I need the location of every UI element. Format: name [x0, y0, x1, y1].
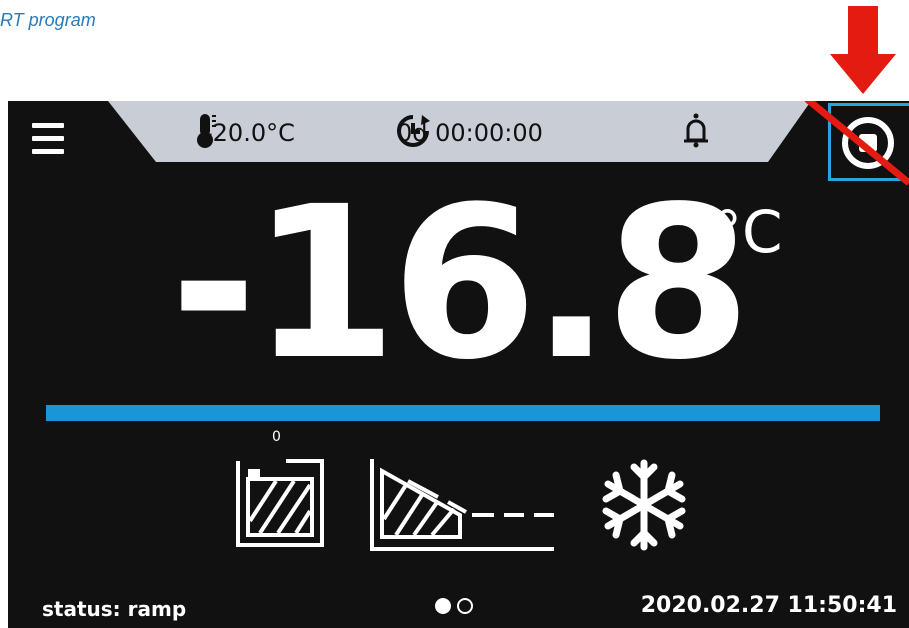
page-indicator[interactable] — [435, 598, 473, 614]
date-time: 2020.02.27 11:50:41 — [640, 593, 897, 618]
device-screen: -20.0°C 0d 00:00:00 -16.8 °C 0 status: r… — [8, 101, 909, 628]
down-arrow-annotation — [830, 6, 896, 94]
caption: RT program — [0, 10, 96, 30]
setpoint-display[interactable]: -20.0°C — [194, 113, 295, 153]
current-temperature: -16.8 — [170, 161, 751, 406]
page-dot-1[interactable] — [435, 598, 451, 614]
segment-number: 0 — [272, 429, 281, 445]
setpoint-temp: -20.0°C — [204, 119, 295, 147]
status-text: status: ramp — [42, 597, 187, 621]
ramp-icon[interactable] — [368, 457, 558, 557]
page-dot-2[interactable] — [457, 598, 473, 614]
menu-button[interactable] — [32, 123, 72, 163]
snowflake-icon — [598, 459, 690, 555]
program-progress-bar — [46, 405, 880, 421]
timer-display[interactable]: 0d 00:00:00 — [395, 113, 543, 153]
strike-through-annotation — [804, 101, 909, 185]
hatched-box-icon[interactable] — [236, 459, 326, 553]
temperature-unit: °C — [713, 198, 783, 266]
